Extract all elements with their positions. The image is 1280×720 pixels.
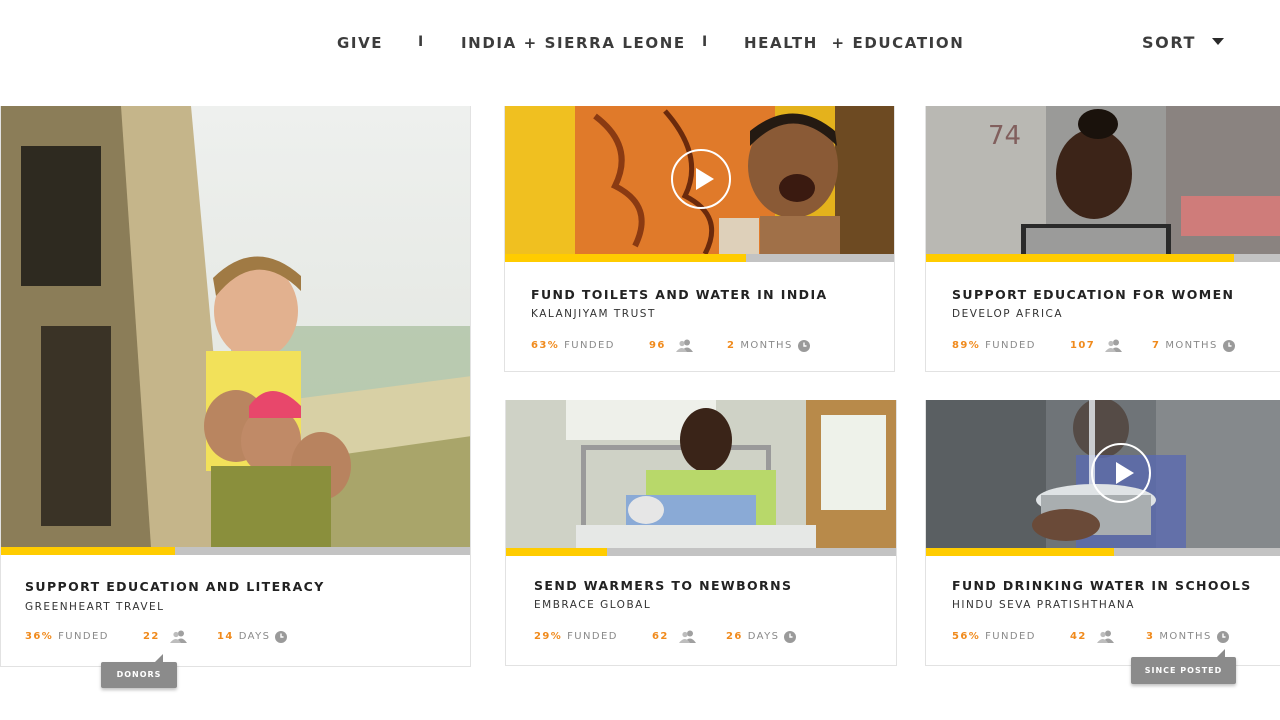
play-video-icon[interactable] bbox=[671, 149, 731, 209]
project-stats: 29% FUNDED 62 26 DAYS bbox=[534, 630, 797, 643]
funded-label: FUNDED bbox=[564, 340, 615, 351]
project-title: SUPPORT EDUCATION AND LITERACY bbox=[25, 579, 325, 594]
time-stat[interactable]: 2 MONTHS bbox=[727, 339, 810, 352]
project-stats: 36% FUNDED 22 14 DAYS bbox=[25, 630, 288, 643]
project-organization: EMBRACE GLOBAL bbox=[534, 599, 652, 611]
funding-progress-bar bbox=[926, 548, 1280, 556]
time-value: 26 bbox=[726, 631, 743, 642]
time-value: 14 bbox=[217, 631, 234, 642]
clock-icon bbox=[1222, 339, 1235, 352]
funding-progress-bar bbox=[926, 254, 1280, 262]
filter-separator: I bbox=[418, 34, 424, 50]
project-image: 74 bbox=[926, 106, 1280, 254]
sort-dropdown[interactable]: SORT bbox=[1142, 33, 1225, 52]
progress-fill bbox=[505, 254, 747, 262]
time-unit: MONTHS bbox=[1165, 340, 1218, 351]
donors-icon bbox=[1096, 630, 1114, 643]
project-card[interactable]: FUND DRINKING WATER IN SCHOOLS HINDU SEV… bbox=[925, 400, 1280, 666]
time-stat[interactable]: 7 MONTHS bbox=[1152, 339, 1235, 352]
donors-stat[interactable]: 107 bbox=[1070, 339, 1152, 352]
time-unit: MONTHS bbox=[740, 340, 793, 351]
project-organization: DEVELOP AFRICA bbox=[952, 308, 1064, 320]
project-title: SUPPORT EDUCATION FOR WOMEN bbox=[952, 287, 1235, 302]
progress-fill bbox=[506, 548, 608, 556]
since-posted-tooltip: SINCE POSTED bbox=[1131, 649, 1236, 684]
funded-stat: 29% FUNDED bbox=[534, 631, 652, 642]
play-video-icon[interactable] bbox=[1091, 443, 1151, 503]
time-stat[interactable]: 3 MONTHS bbox=[1146, 630, 1229, 643]
funded-percent: 36% bbox=[25, 631, 54, 642]
donors-stat[interactable]: 62 bbox=[652, 630, 726, 643]
clock-icon bbox=[784, 630, 797, 643]
filter-location[interactable]: INDIA + SIERRA LEONE bbox=[461, 34, 686, 52]
clock-icon bbox=[1216, 630, 1229, 643]
project-organization: GREENHEART TRAVEL bbox=[25, 601, 165, 613]
donors-stat[interactable]: 22 bbox=[143, 630, 217, 643]
time-stat[interactable]: 26 DAYS bbox=[726, 630, 797, 643]
caret-down-icon bbox=[1212, 38, 1225, 45]
donors-icon bbox=[678, 630, 696, 643]
filter-bar: GIVE I INDIA + SIERRA LEONE I HEALTH + E… bbox=[0, 0, 1280, 86]
funded-label: FUNDED bbox=[567, 631, 618, 642]
clock-icon bbox=[797, 339, 810, 352]
funded-stat: 63% FUNDED bbox=[531, 340, 649, 351]
funded-stat: 36% FUNDED bbox=[25, 631, 143, 642]
donors-count: 62 bbox=[652, 631, 669, 642]
project-image bbox=[926, 400, 1280, 548]
funded-stat: 89% FUNDED bbox=[952, 340, 1070, 351]
project-image bbox=[505, 106, 894, 254]
svg-text:74: 74 bbox=[988, 121, 1021, 151]
time-unit: DAYS bbox=[747, 631, 780, 642]
project-stats: 56% FUNDED 42 3 MONTHS bbox=[952, 630, 1229, 643]
funded-label: FUNDED bbox=[985, 631, 1036, 642]
donors-count: 22 bbox=[143, 631, 160, 642]
time-stat[interactable]: 14 DAYS bbox=[217, 630, 288, 643]
funding-progress-bar bbox=[506, 548, 896, 556]
progress-fill bbox=[926, 548, 1114, 556]
clock-icon bbox=[275, 630, 288, 643]
funded-percent: 63% bbox=[531, 340, 560, 351]
funded-label: FUNDED bbox=[58, 631, 109, 642]
donors-stat[interactable]: 42 bbox=[1070, 630, 1146, 643]
donors-icon bbox=[675, 339, 693, 352]
project-organization: KALANJIYAM TRUST bbox=[531, 308, 656, 320]
funding-progress-bar bbox=[1, 547, 470, 555]
project-organization: HINDU SEVA PRATISHTHANA bbox=[952, 599, 1135, 611]
funded-percent: 56% bbox=[952, 631, 981, 642]
donors-stat[interactable]: 96 bbox=[649, 339, 727, 352]
project-title: FUND TOILETS AND WATER IN INDIA bbox=[531, 287, 828, 302]
time-value: 2 bbox=[727, 340, 736, 351]
funding-progress-bar bbox=[505, 254, 894, 262]
sort-label: SORT bbox=[1142, 33, 1197, 52]
donors-icon bbox=[1105, 339, 1123, 352]
donors-count: 107 bbox=[1070, 340, 1096, 351]
project-stats: 63% FUNDED 96 2 MONTHS bbox=[531, 339, 810, 352]
project-image bbox=[506, 400, 896, 548]
time-value: 7 bbox=[1152, 340, 1161, 351]
project-image bbox=[1, 106, 470, 547]
time-unit: MONTHS bbox=[1159, 631, 1212, 642]
time-unit: DAYS bbox=[238, 631, 271, 642]
project-title: SEND WARMERS TO NEWBORNS bbox=[534, 578, 793, 593]
funded-percent: 89% bbox=[952, 340, 981, 351]
project-card[interactable]: FUND TOILETS AND WATER IN INDIA KALANJIY… bbox=[504, 106, 895, 372]
filter-separator: I bbox=[702, 34, 708, 50]
time-value: 3 bbox=[1146, 631, 1155, 642]
project-title: FUND DRINKING WATER IN SCHOOLS bbox=[952, 578, 1252, 593]
project-card[interactable]: SEND WARMERS TO NEWBORNS EMBRACE GLOBAL … bbox=[505, 400, 897, 666]
donors-count: 42 bbox=[1070, 631, 1087, 642]
filter-give[interactable]: GIVE bbox=[337, 34, 383, 52]
project-card[interactable]: 74 SUPPORT EDUCATION FOR WOMEN DEVELOP A… bbox=[925, 106, 1280, 372]
progress-fill bbox=[926, 254, 1234, 262]
project-stats: 89% FUNDED 107 7 MONTHS bbox=[952, 339, 1235, 352]
donors-icon bbox=[169, 630, 187, 643]
project-card[interactable]: SUPPORT EDUCATION AND LITERACY GREENHEAR… bbox=[0, 106, 471, 667]
donors-count: 96 bbox=[649, 340, 666, 351]
filter-cause[interactable]: HEALTH + EDUCATION bbox=[744, 34, 964, 52]
funded-percent: 29% bbox=[534, 631, 563, 642]
progress-fill bbox=[1, 547, 175, 555]
donors-tooltip: DONORS bbox=[101, 654, 177, 688]
funded-stat: 56% FUNDED bbox=[952, 631, 1070, 642]
funded-label: FUNDED bbox=[985, 340, 1036, 351]
